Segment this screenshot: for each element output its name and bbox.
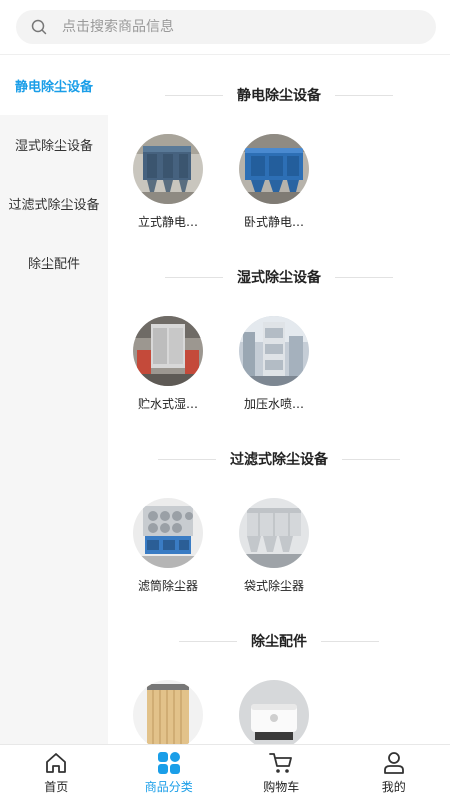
section-header: 过滤式除尘设备	[108, 420, 450, 498]
bottom-tab-bar: 首页 商品分类 购物车 我的	[0, 744, 450, 800]
product-item[interactable]: 滤筒除尘器	[132, 498, 204, 602]
sidebar-item-accessories[interactable]: 除尘配件	[0, 233, 108, 292]
tab-category[interactable]: 商品分类	[113, 745, 226, 800]
product-name: 袋式除尘器	[243, 579, 304, 593]
product-item[interactable]: 加压水喷…	[238, 316, 310, 420]
product-list	[108, 680, 450, 744]
tab-home[interactable]: 首页	[0, 745, 113, 800]
product-item[interactable]: 贮水式湿…	[132, 316, 204, 420]
divider-line	[321, 640, 379, 642]
product-list: 贮水式湿… 加压水喷…	[108, 316, 450, 420]
product-name: 滤筒除尘器	[137, 579, 198, 593]
product-image	[133, 134, 203, 204]
product-image	[239, 680, 309, 744]
product-image	[133, 316, 203, 386]
sidebar-item-filter[interactable]: 过滤式除尘设备	[0, 174, 108, 233]
product-content: 静电除尘设备 立式静电… 卧式静电… 湿式除尘设备 贮水式湿… 加压水喷… 过滤…	[108, 56, 450, 744]
category-icon	[157, 751, 180, 774]
product-name: 立式静电…	[137, 215, 198, 229]
section-title: 过滤式除尘设备	[230, 452, 328, 468]
divider-line	[165, 276, 223, 278]
section-title: 除尘配件	[251, 634, 307, 650]
search-box[interactable]	[16, 10, 436, 44]
product-image	[133, 498, 203, 568]
product-image	[239, 498, 309, 568]
section-header: 除尘配件	[108, 602, 450, 680]
home-icon	[46, 752, 67, 773]
product-image	[133, 680, 203, 744]
tab-label: 商品分类	[144, 779, 193, 794]
section-wet: 湿式除尘设备 贮水式湿… 加压水喷…	[108, 238, 450, 420]
tab-profile[interactable]: 我的	[338, 745, 450, 800]
product-image	[239, 134, 309, 204]
product-list: 立式静电… 卧式静电…	[108, 134, 450, 238]
product-name: 加压水喷…	[243, 397, 304, 411]
divider-line	[342, 458, 400, 460]
section-header: 湿式除尘设备	[108, 238, 450, 316]
product-item[interactable]	[238, 680, 310, 744]
section-header: 静电除尘设备	[108, 56, 450, 134]
product-item[interactable]	[132, 680, 204, 744]
product-item[interactable]: 立式静电…	[132, 134, 204, 238]
divider-line	[179, 640, 237, 642]
sidebar-item-electrostatic[interactable]: 静电除尘设备	[0, 56, 108, 115]
section-filter: 过滤式除尘设备 滤筒除尘器 袋式除尘器	[108, 420, 450, 602]
tab-label: 我的	[381, 779, 406, 794]
cart-icon	[269, 752, 293, 773]
divider-line	[335, 94, 393, 96]
divider-line	[158, 458, 216, 460]
divider-line	[165, 94, 223, 96]
product-item[interactable]: 袋式除尘器	[238, 498, 310, 602]
product-list: 滤筒除尘器 袋式除尘器	[108, 498, 450, 602]
sidebar-item-wet[interactable]: 湿式除尘设备	[0, 115, 108, 174]
search-bar	[0, 0, 450, 55]
category-sidebar: 静电除尘设备 湿式除尘设备 过滤式除尘设备 除尘配件	[0, 56, 108, 744]
section-accessories: 除尘配件	[108, 602, 450, 744]
product-item[interactable]: 卧式静电…	[238, 134, 310, 238]
section-title: 静电除尘设备	[237, 88, 321, 104]
product-image	[239, 316, 309, 386]
divider-line	[335, 276, 393, 278]
tab-label: 购物车	[263, 779, 300, 794]
tab-label: 首页	[44, 779, 69, 794]
section-electrostatic: 静电除尘设备 立式静电… 卧式静电…	[108, 56, 450, 238]
tab-cart[interactable]: 购物车	[225, 745, 338, 800]
product-name: 贮水式湿…	[137, 397, 198, 411]
app-root: 静电除尘设备 湿式除尘设备 过滤式除尘设备 除尘配件 静电除尘设备	[0, 0, 450, 800]
section-title: 湿式除尘设备	[237, 270, 321, 286]
product-name: 卧式静电…	[243, 215, 304, 229]
user-icon	[383, 751, 404, 774]
search-icon	[31, 19, 47, 35]
search-input[interactable]	[62, 19, 402, 35]
